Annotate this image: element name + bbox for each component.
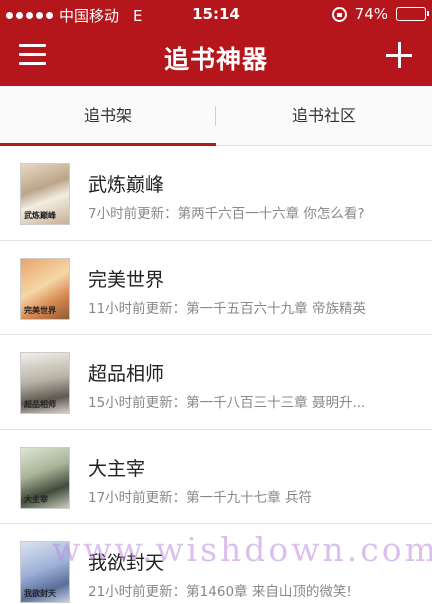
book-item[interactable]: 完美世界 完美世界 11小时前更新：第一千五百六十九章 帝族精英 bbox=[0, 241, 432, 335]
book-update: 21小时前更新：第1460章 来自山顶的微笑! bbox=[88, 584, 352, 600]
app-title: 追书神器 bbox=[163, 45, 268, 74]
battery-icon bbox=[396, 7, 429, 21]
cover-title: 武炼巅峰 bbox=[24, 211, 56, 220]
book-update: 15小时前更新：第一千八百三十三章 聂明升... bbox=[88, 395, 366, 411]
book-title: 完美世界 bbox=[88, 268, 165, 291]
cover-title: 超品相师 bbox=[24, 400, 56, 409]
book-cover: 我欲封天 bbox=[20, 541, 70, 603]
plus-icon[interactable] bbox=[386, 42, 412, 68]
book-item[interactable]: 超品相师 超品相师 15小时前更新：第一千八百三十三章 聂明升... bbox=[0, 335, 432, 430]
book-update: 7小时前更新：第两千六百一十六章 你怎么看? bbox=[88, 206, 365, 222]
cover-title: 完美世界 bbox=[24, 305, 56, 315]
top-bar: 中国移动 E 15:14 74% 追书神器 bbox=[0, 0, 432, 86]
status-bar: 中国移动 E 15:14 74% bbox=[0, 0, 432, 28]
tab-bookshelf[interactable]: 追书架 bbox=[0, 86, 216, 146]
cover-title: 我欲封天 bbox=[24, 589, 56, 598]
book-item[interactable]: 我欲封天 我欲封天 21小时前更新：第1460章 来自山顶的微笑! bbox=[0, 524, 432, 604]
book-item[interactable]: 武炼巅峰 武炼巅峰 7小时前更新：第两千六百一十六章 你怎么看? bbox=[0, 146, 432, 241]
book-update: 11小时前更新：第一千五百六十九章 帝族精英 bbox=[88, 300, 366, 317]
book-item[interactable]: 大主宰 大主宰 17小时前更新：第一千九十七章 兵符 bbox=[0, 430, 432, 524]
status-right: 74% bbox=[331, 5, 429, 23]
book-cover: 武炼巅峰 bbox=[20, 163, 70, 225]
book-update: 17小时前更新：第一千九十七章 兵符 bbox=[88, 489, 312, 506]
book-title: 我欲封天 bbox=[88, 552, 165, 574]
battery-percent: 74% bbox=[354, 5, 388, 23]
book-cover: 超品相师 bbox=[20, 352, 70, 414]
rotation-lock-icon bbox=[331, 6, 347, 22]
cover-title: 大主宰 bbox=[24, 494, 48, 504]
book-cover: 完美世界 bbox=[20, 257, 70, 320]
tab-bar: 追书架 追书社区 bbox=[0, 86, 432, 146]
book-cover: 大主宰 bbox=[20, 446, 70, 509]
book-title: 超品相师 bbox=[88, 363, 165, 385]
tab-community[interactable]: 追书社区 bbox=[216, 86, 432, 146]
book-list: 武炼巅峰 武炼巅峰 7小时前更新：第两千六百一十六章 你怎么看? 完美世界 完美… bbox=[0, 146, 432, 604]
book-title: 大主宰 bbox=[88, 457, 146, 480]
book-title: 武炼巅峰 bbox=[88, 174, 165, 196]
nav-bar: 追书神器 bbox=[0, 28, 432, 86]
